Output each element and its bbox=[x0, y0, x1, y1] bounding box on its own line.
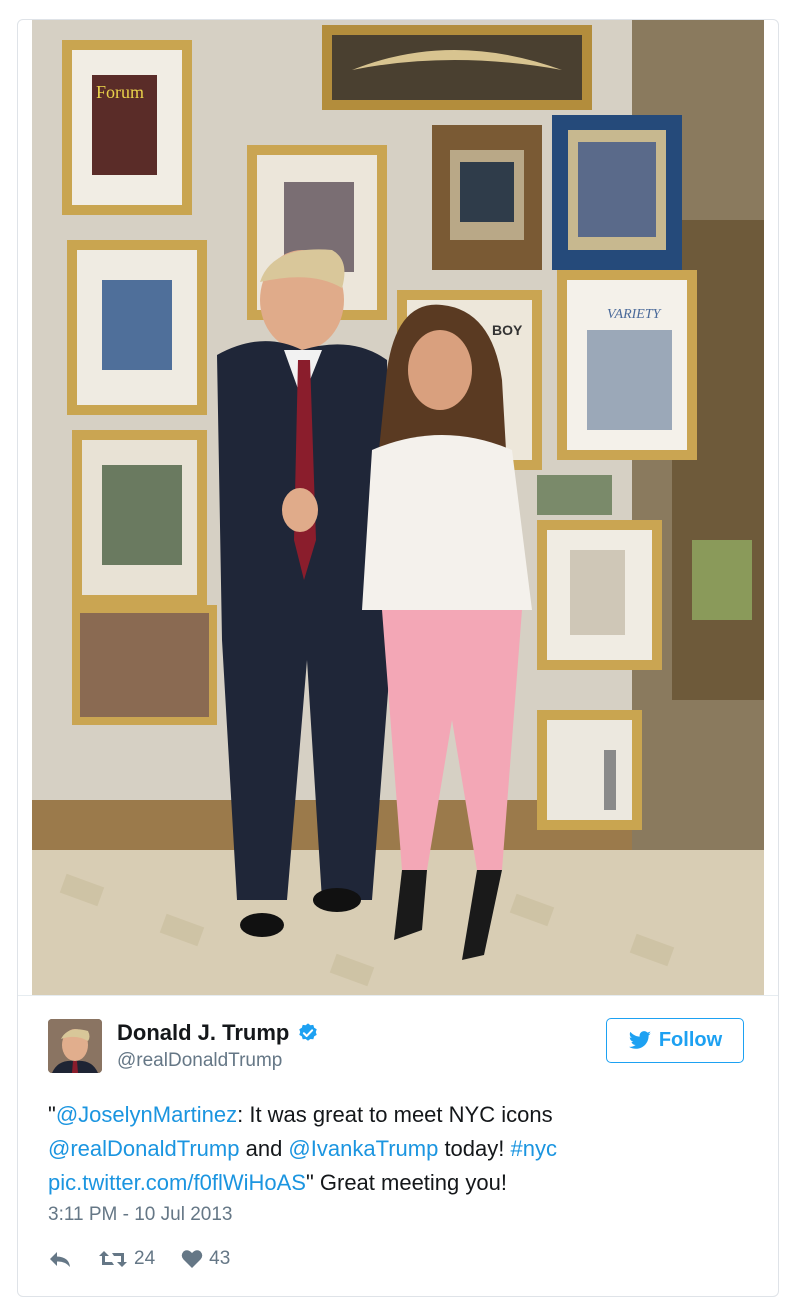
magazine-cover-text: BOY bbox=[492, 322, 523, 338]
heart-icon bbox=[181, 1250, 203, 1268]
quote-open: " bbox=[48, 1102, 56, 1127]
mention-link[interactable]: @realDonaldTrump bbox=[48, 1136, 239, 1161]
reply-button[interactable] bbox=[48, 1249, 72, 1269]
mention-link[interactable]: @JoselynMartinez bbox=[56, 1102, 237, 1127]
tweet-actions: 24 43 bbox=[48, 1248, 256, 1270]
text-segment: " Great meeting you! bbox=[305, 1170, 507, 1195]
photo-illustration: Forum BOY VARIETY bbox=[32, 20, 764, 995]
twitter-bird-icon bbox=[628, 1030, 651, 1049]
reply-icon bbox=[50, 1252, 70, 1267]
author-name[interactable]: Donald J. Trump bbox=[117, 1020, 319, 1046]
follow-button[interactable]: Follow bbox=[606, 1018, 744, 1063]
like-count: 43 bbox=[209, 1248, 231, 1269]
tweet-timestamp[interactable]: 3:11 PM - 10 Jul 2013 bbox=[48, 1204, 232, 1226]
text-segment: today! bbox=[438, 1136, 511, 1161]
author-avatar[interactable] bbox=[48, 1019, 102, 1073]
mention-link[interactable]: @IvankaTrump bbox=[288, 1136, 438, 1161]
verified-badge-icon bbox=[299, 1023, 318, 1041]
tweet-photo[interactable]: Forum BOY VARIETY bbox=[32, 20, 764, 995]
follow-label: Follow bbox=[658, 1029, 723, 1051]
tweet-text: "@JoselynMartinez: It was great to meet … bbox=[48, 1098, 738, 1200]
retweet-icon bbox=[99, 1251, 127, 1267]
retweet-count: 24 bbox=[134, 1248, 156, 1269]
retweet-button[interactable]: 24 bbox=[98, 1248, 155, 1270]
text-segment: and bbox=[239, 1136, 289, 1161]
pic-link[interactable]: pic.twitter.com/f0flWiHoAS bbox=[48, 1170, 306, 1195]
hashtag-link[interactable]: #nyc bbox=[510, 1136, 556, 1161]
like-button[interactable]: 43 bbox=[181, 1248, 230, 1270]
author-name-text: Donald J. Trump bbox=[117, 1020, 290, 1045]
tweet-card: Forum BOY VARIETY Donald J. Trump @realD… bbox=[17, 19, 779, 1297]
author-handle[interactable]: @realDonaldTrump bbox=[117, 1050, 282, 1072]
variety-text: VARIETY bbox=[607, 307, 663, 322]
divider bbox=[18, 995, 778, 996]
forum-magazine-text: Forum bbox=[96, 82, 144, 102]
text-segment: : It was great to meet NYC icons bbox=[237, 1102, 553, 1127]
avatar-image bbox=[48, 1019, 102, 1073]
